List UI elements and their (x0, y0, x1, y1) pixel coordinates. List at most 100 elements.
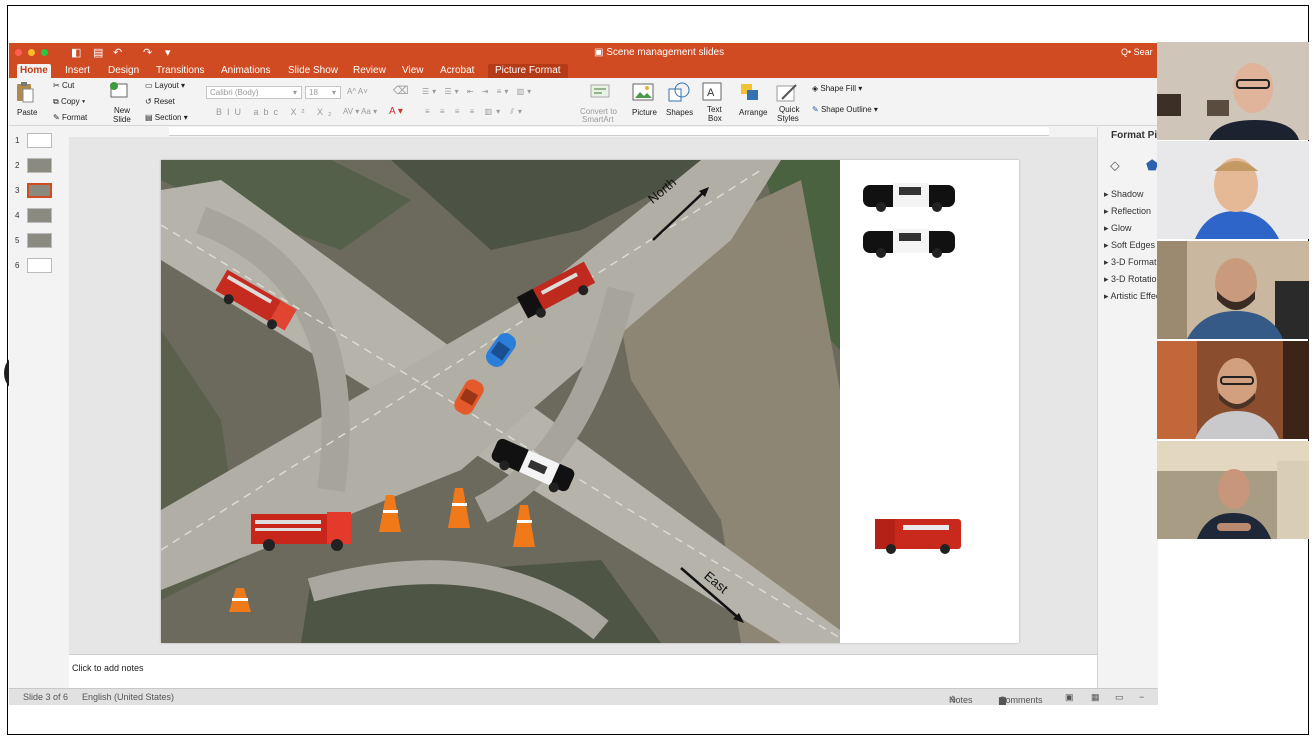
staged-police-cars[interactable] (861, 175, 961, 265)
horizontal-ruler (169, 127, 1049, 136)
alignment-buttons[interactable]: ≡ ≡ ≡ ≡ ▥▾ ⫽▾ (425, 107, 526, 117)
shapes-button[interactable]: Shapes (666, 108, 693, 117)
ribbon-home: Paste ✂ Cut ⧉ Copy ▾ ✎ Format New Slide … (9, 78, 1158, 126)
cut-button[interactable]: ✂ Cut (53, 81, 74, 90)
slide-thumbnail-3[interactable] (27, 183, 52, 198)
quick-styles-icon[interactable] (776, 82, 800, 104)
layout-button[interactable]: ▭ Layout ▾ (145, 81, 185, 90)
paste-button[interactable]: Paste (17, 108, 37, 117)
thumbnail-number: 4 (15, 211, 20, 220)
search-field[interactable]: Q• Sear (1121, 47, 1153, 57)
format-painter-button[interactable]: ✎ Format (53, 113, 87, 122)
quick-styles-label-1[interactable]: Quick (779, 105, 799, 114)
pane-item-3d-rotation[interactable]: ▸ 3-D Rotation (1104, 274, 1158, 285)
quick-styles-label-2[interactable]: Styles (777, 114, 799, 123)
list-buttons[interactable]: ☰▾ ☰▾ ⇤ ⇥ ≡▾ ▥▾ (422, 87, 534, 96)
font-color-icon[interactable]: A ▾ (389, 106, 403, 117)
font-grow-icon[interactable]: A^ A˅ (347, 87, 368, 96)
slide-thumbnail-5[interactable] (27, 233, 52, 248)
clear-format-icon[interactable]: ⌫ (393, 84, 409, 97)
participant-video-5 (1157, 441, 1309, 539)
convert-smartart-label-2[interactable]: SmartArt (582, 115, 614, 124)
picture-icon[interactable] (632, 82, 654, 102)
slide-sorter-icon[interactable]: ▦ (1091, 692, 1100, 703)
thumbnail-number: 2 (15, 161, 20, 170)
copy-button[interactable]: ⧉ Copy ▾ (53, 97, 85, 107)
pane-item-reflection[interactable]: ▸ Reflection (1104, 206, 1151, 217)
participant-video-1 (1157, 42, 1309, 140)
thumbnail-number: 6 (15, 261, 20, 270)
pane-item-soft-edges[interactable]: ▸ Soft Edges (1104, 240, 1155, 251)
tab-picture-format[interactable]: Picture Format (488, 64, 568, 78)
language-indicator[interactable]: English (United States) (82, 692, 174, 702)
tab-slide-show[interactable]: Slide Show (285, 64, 341, 78)
arrange-button[interactable]: Arrange (739, 108, 767, 117)
redo-icon[interactable]: ↷ (143, 46, 152, 59)
text-box-label-1[interactable]: Text (707, 105, 722, 114)
pencil-icon: ✎ (812, 105, 819, 114)
customize-toolbar-icon[interactable]: ▾ (165, 46, 171, 59)
notes-area[interactable]: Click to add notes (69, 654, 1099, 688)
reset-icon: ↺ (145, 97, 152, 106)
current-slide[interactable]: North East (161, 160, 1019, 643)
zoom-slider[interactable]: − ──────●── + (1139, 692, 1158, 705)
shape-outline-button[interactable]: ✎ Shape Outline ▾ (812, 105, 878, 114)
notes-placeholder: Click to add notes (72, 663, 144, 673)
scissors-icon: ✂ (53, 81, 60, 90)
title-bar: ◧ ▤ ↶ ↷ ▾ ▣ Scene management slides Q• S… (9, 43, 1158, 63)
pane-item-3d-format[interactable]: ▸ 3-D Format (1104, 257, 1157, 268)
minimize-window-button[interactable] (28, 49, 35, 56)
pane-item-artistic-effects[interactable]: ▸ Artistic Effects (1104, 291, 1158, 302)
participant-image (1157, 42, 1309, 140)
fill-line-icon[interactable]: ⬦ (1110, 157, 1120, 174)
tab-design[interactable]: Design (105, 64, 142, 78)
close-window-button[interactable] (15, 49, 22, 56)
font-name-select[interactable]: Calibri (Body) ▾ (206, 86, 302, 99)
slide-thumbnail-2[interactable] (27, 158, 52, 173)
text-box-icon[interactable]: A (702, 82, 722, 102)
participant-video-3 (1157, 241, 1309, 339)
slide-thumbnail-4[interactable] (27, 208, 52, 223)
character-spacing-icon[interactable]: AV ▾ Aa ▾ (343, 107, 377, 116)
tab-home[interactable]: Home (17, 64, 51, 78)
ribbon-tabs: Home Insert Design Transitions Animation… (9, 63, 1158, 78)
chevron-down-icon: ▾ (293, 88, 298, 97)
save-icon[interactable]: ▤ (93, 46, 103, 59)
tab-insert[interactable]: Insert (62, 64, 93, 78)
shape-fill-button[interactable]: ◈ Shape Fill ▾ (812, 84, 862, 93)
text-box-label-2[interactable]: Box (708, 114, 722, 123)
new-slide-icon[interactable] (109, 82, 129, 100)
participant-image (1157, 341, 1309, 439)
arrange-icon[interactable] (739, 82, 761, 102)
shapes-icon[interactable] (667, 81, 691, 103)
paste-icon[interactable] (15, 81, 35, 103)
smartart-icon[interactable] (589, 81, 611, 101)
thumbnail-number: 3 (15, 186, 20, 195)
pane-item-glow[interactable]: ▸ Glow (1104, 223, 1132, 234)
tab-view[interactable]: View (399, 64, 427, 78)
pane-item-shadow[interactable]: ▸ Shadow (1104, 189, 1144, 200)
reset-button[interactable]: ↺ Reset (145, 97, 175, 106)
participant-video-2 (1157, 141, 1309, 239)
maximize-window-button[interactable] (41, 49, 48, 56)
font-style-buttons[interactable]: BIU abc X² X₂ (216, 107, 337, 117)
svg-text:A: A (707, 87, 715, 99)
layout-icon: ▭ (145, 81, 153, 90)
reading-view-icon[interactable]: ▭ (1115, 692, 1124, 703)
tab-acrobat[interactable]: Acrobat (437, 64, 477, 78)
intersection-aerial-image[interactable]: North East (161, 160, 840, 643)
tab-transitions[interactable]: Transitions (153, 64, 208, 78)
new-slide-label-2[interactable]: Slide (113, 115, 131, 124)
font-size-select[interactable]: 18 ▾ (305, 86, 341, 99)
new-slide-label-1[interactable]: New (114, 106, 130, 115)
staged-ambulance[interactable] (873, 515, 965, 557)
picture-button[interactable]: Picture (632, 108, 657, 117)
tab-animations[interactable]: Animations (218, 64, 273, 78)
tab-review[interactable]: Review (350, 64, 389, 78)
slide-thumbnail-6[interactable] (27, 258, 52, 273)
undo-icon[interactable]: ↶ (113, 46, 122, 59)
sidebar-toggle-icon[interactable]: ◧ (71, 46, 81, 59)
normal-view-icon[interactable]: ▣ (1065, 692, 1074, 703)
slide-thumbnail-1[interactable] (27, 133, 52, 148)
section-button[interactable]: ▤ Section ▾ (145, 113, 188, 122)
